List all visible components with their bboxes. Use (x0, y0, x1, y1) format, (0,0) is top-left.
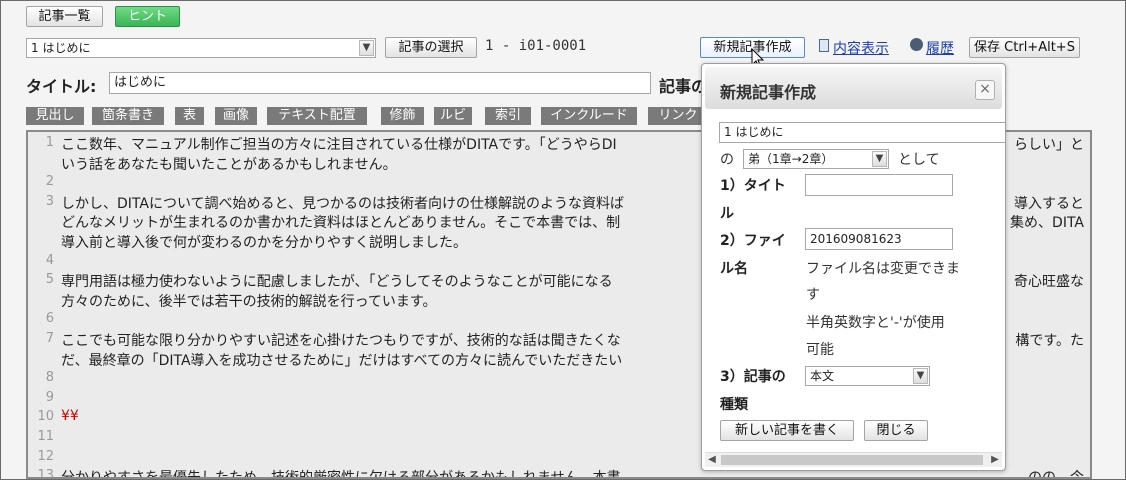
toolbar-button[interactable]: リンク (648, 107, 708, 125)
line-number: 2 (45, 174, 54, 190)
editor-line-text: 方々のために、後半では若干の技術的解説を行っています。 (61, 293, 437, 310)
history-clock-icon (910, 38, 923, 51)
history-link[interactable]: 履歴 (926, 38, 954, 58)
editor-line-text: どんなメリットが生まれるのか書かれた資料はほとんどありません。そこで本書では、制 (61, 215, 621, 232)
new-article-dialog: 新規記事作成 × 1 はじめに の 弟（1章→2章） ▼ として 1）タイト ル… (701, 63, 1006, 471)
position-select[interactable]: 弟（1章→2章） ▼ (743, 149, 889, 169)
editor-line-text: 導入前と導入後で何が変わるのかを分かりやすく説明しました。 (61, 235, 467, 251)
article-type-label-cont: 種類 (720, 397, 748, 413)
file-name-note-4: 可能 (806, 342, 834, 358)
article-list-button[interactable]: 記事一覧 (26, 6, 103, 27)
file-name-input[interactable]: 201609081623 (805, 228, 953, 250)
editor-line-text: いう話をあなたも聞いたことがあるかもしれません。 (61, 156, 397, 173)
view-content-link[interactable]: 内容表示 (833, 38, 889, 58)
title-field-label: 1）タイト (720, 178, 786, 194)
choose-article-button[interactable]: 記事の選択 (385, 37, 477, 58)
title-input[interactable]: はじめに (109, 72, 651, 94)
dialog-close-button[interactable]: 閉じる (864, 420, 928, 441)
editor-line-continuation: のの、今 (1028, 470, 1084, 479)
article-type-select-value: 本文 (810, 369, 835, 383)
save-button[interactable]: 保存 Ctrl+Alt+S (969, 37, 1080, 58)
file-name-label: 2）ファイ (720, 233, 786, 249)
editor-line-text: ¥¥ (61, 408, 79, 425)
toolbar-button[interactable]: 表 (175, 107, 204, 125)
editor-line-text: 専門用語は極力使わないように配慮しましたが、「どうしてそのようなことが可能になる (61, 274, 613, 291)
editor-line-continuation: らしい」と (1014, 137, 1084, 153)
article-id: 1 - i01-0001 (485, 38, 587, 54)
article-select[interactable]: 1 はじめに ▼ (26, 38, 376, 58)
editor-line-continuation: 導入すると (1014, 195, 1084, 212)
toolbar-button[interactable]: テキスト配置 (267, 107, 367, 125)
article-type-label: 3）記事の (720, 369, 786, 385)
line-number: 4 (45, 252, 54, 268)
dialog-title: 新規記事作成 (720, 83, 817, 102)
line-number: 9 (45, 389, 54, 405)
app-window: 記事一覧 ヒント 1 はじめに ▼ 記事の選択 1 - i01-0001 新規記… (0, 0, 1126, 480)
scroll-right-icon[interactable]: ▶ (988, 453, 1002, 467)
line-number: 6 (45, 311, 54, 327)
editor-line-continuation: 構です。た (1015, 333, 1084, 349)
line-number: 11 (37, 429, 54, 444)
chevron-down-icon: ▼ (913, 368, 928, 384)
scrollbar-thumb[interactable] (721, 455, 983, 465)
toolbar-button[interactable]: 修飾 (381, 107, 424, 125)
editor-line-continuation: 集め、DITA (1010, 215, 1084, 232)
line-number: 8 (45, 370, 54, 386)
toolbar-button[interactable]: インクルード (541, 107, 637, 125)
line-number: 5 (45, 272, 54, 288)
line-number: 12 (37, 448, 54, 464)
line-number: 13 (37, 468, 54, 479)
file-name-label-cont: ル名 (720, 261, 748, 277)
article-type-select[interactable]: 本文 ▼ (805, 366, 930, 386)
write-new-article-button[interactable]: 新しい記事を書く (720, 420, 854, 441)
file-name-note-1: ファイル名は変更できま (806, 261, 960, 277)
file-name-note-3: 半角英数字と'-'が使用 (806, 315, 945, 331)
dialog-horizontal-scrollbar[interactable]: ◀ ▶ (705, 452, 1002, 467)
editor-line-text: しかし、DITAについて調べ始めると、見つかるのは技術者向けの仕様解説のような資… (61, 195, 624, 212)
of-label: の (720, 152, 734, 168)
line-number: 10 (37, 409, 54, 425)
chevron-down-icon: ▼ (872, 151, 887, 167)
title-label: タイトル: (26, 77, 97, 96)
new-title-input[interactable] (805, 174, 953, 196)
editor-line-text: 分かりやすさを最優先したため、技術的厳密性に欠ける部分があるかもしれません。本書 (61, 470, 621, 479)
title-field-label-cont: ル (720, 206, 734, 222)
chevron-down-icon: ▼ (359, 40, 374, 56)
close-icon[interactable]: × (975, 80, 995, 100)
position-select-value: 弟（1章→2章） (748, 152, 834, 166)
editor-line-text: だ、最終章の「DITA導入を成功させるために」だけはすべての方々に読んでいただき… (61, 352, 623, 369)
document-icon (819, 39, 829, 52)
file-name-note-2: す (806, 287, 820, 303)
article-select-value: 1 はじめに (31, 41, 91, 55)
parent-article-field[interactable]: 1 はじめに (719, 122, 1005, 143)
toolbar-button[interactable]: 索引 (485, 107, 531, 125)
title-right-label: 記事の (659, 77, 708, 96)
editor-line-text: ここでも可能な限り分かりやすい記述を心掛けたつもりですが、技術的な話は聞きたくな (61, 333, 621, 349)
toolbar-button[interactable]: 箇条書き (92, 107, 164, 125)
toolbar-button[interactable]: 見出し (26, 107, 84, 125)
editor-line-text: ここ数年、マニュアル制作ご担当の方々に注目されている仕様がDITAです。「どうや… (61, 137, 617, 153)
dialog-header: 新規記事作成 × (705, 67, 1002, 109)
scroll-left-icon[interactable]: ◀ (705, 453, 719, 467)
toolbar-button[interactable]: 画像 (215, 107, 257, 125)
line-number: 3 (45, 193, 54, 209)
line-number: 7 (45, 331, 54, 346)
line-number: 1 (45, 135, 54, 150)
hint-button[interactable]: ヒント (115, 6, 180, 27)
editor-line-continuation: 奇心旺盛な (1014, 274, 1084, 291)
toolbar-button[interactable]: ルビ (434, 107, 472, 125)
as-label: として (898, 152, 940, 168)
